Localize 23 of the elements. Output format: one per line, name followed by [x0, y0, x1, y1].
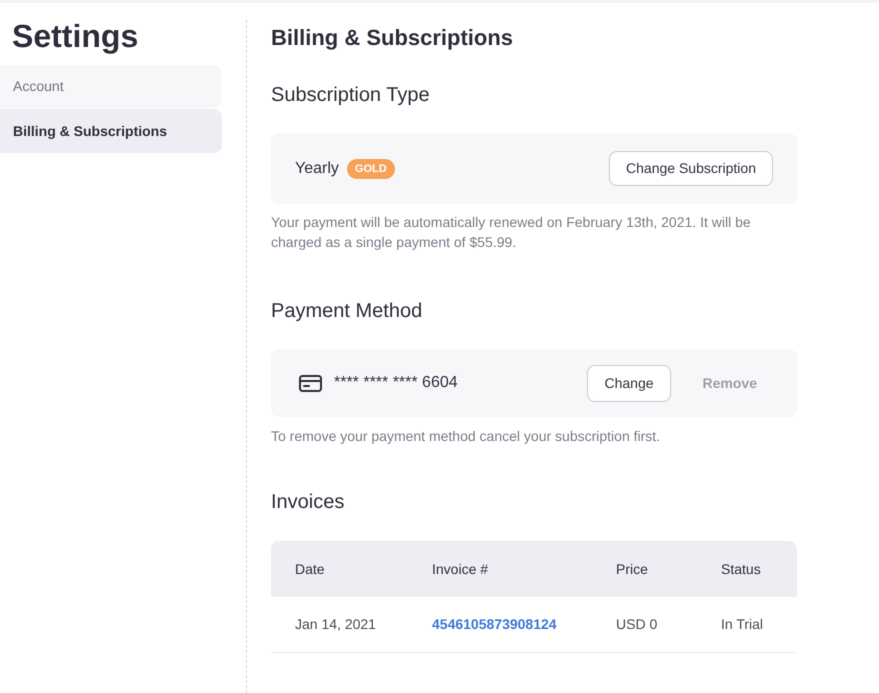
change-subscription-button[interactable]: Change Subscription: [609, 151, 773, 186]
section-heading: Payment Method: [271, 299, 422, 324]
section-heading: Invoices: [271, 490, 344, 515]
renewal-note: Your payment will be automatically renewed on February 13th, 2021. It will be charged as a single payment of $55.99.: [271, 213, 752, 252]
table-cell-text: USD 0: [616, 615, 658, 634]
sidebar-item[interactable]: Billing & Subscriptions: [0, 109, 222, 153]
invoice-link[interactable]: 4546105873908124: [432, 614, 557, 635]
table-cell-text: In Trial: [721, 615, 764, 634]
column-header: Status: [721, 560, 761, 578]
settings-title: Settings: [12, 17, 138, 56]
table-cell-text: Jan 14, 2021: [295, 615, 376, 634]
column-header: Price: [616, 560, 648, 578]
remove-note: To remove your payment method cancel your subscription first.: [271, 427, 662, 446]
sidebar-item[interactable]: Account: [0, 65, 222, 108]
section-heading: Subscription Type: [271, 83, 430, 108]
credit-card-icon: [299, 374, 322, 392]
column-header: Invoice #: [432, 560, 488, 578]
plan-badge: GOLD: [346, 158, 395, 178]
payment-action-button[interactable]: Change: [587, 364, 671, 402]
card-number: **** **** **** 6604: [334, 373, 458, 393]
plan-name: Yearly: [295, 158, 339, 178]
page-title: Billing & Subscriptions: [271, 24, 514, 52]
column-header: Date: [295, 560, 325, 578]
